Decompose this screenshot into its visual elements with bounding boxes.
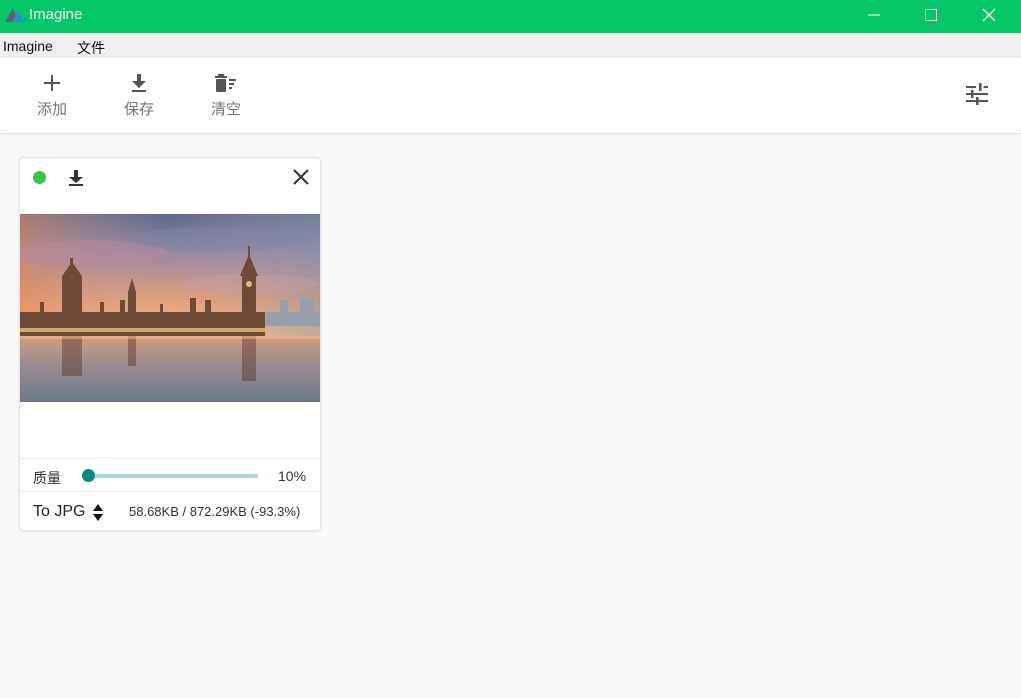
quality-slider-thumb[interactable]: [81, 469, 95, 482]
close-icon[interactable]: [292, 168, 310, 186]
save-button[interactable]: 保存: [107, 58, 171, 134]
menu-imagine[interactable]: Imagine: [3, 38, 53, 54]
image-card: 质量 10% To JPG 58.68KB / 872.29KB (-93.3%…: [19, 157, 321, 531]
size-info: 58.68KB / 872.29KB (-93.3%): [129, 504, 301, 519]
menu-bar: Imagine 文件: [0, 33, 1021, 58]
toolbar: 添加 保存 清空: [0, 58, 1021, 134]
menu-file[interactable]: 文件: [77, 38, 105, 58]
quality-value: 10%: [278, 468, 307, 484]
status-indicator: [33, 171, 46, 184]
download-icon: [132, 74, 146, 92]
download-icon[interactable]: [66, 168, 86, 188]
settings-button[interactable]: [964, 82, 990, 106]
plus-icon: [44, 75, 60, 91]
clear-all-icon: [215, 74, 236, 92]
close-window-button[interactable]: [966, 0, 1012, 30]
add-label: 添加: [36, 100, 67, 118]
format-select[interactable]: To JPG: [33, 501, 104, 523]
app-logo-icon: [5, 8, 25, 22]
divider: [20, 458, 320, 459]
maximize-icon: [925, 9, 937, 21]
minimize-button[interactable]: [851, 0, 897, 30]
maximize-button[interactable]: [908, 0, 954, 30]
divider: [20, 491, 320, 492]
quality-slider[interactable]: [76, 468, 260, 484]
quality-label: 质量: [33, 471, 61, 487]
title-bar: Imagine: [0, 0, 1021, 33]
clear-button[interactable]: 清空: [194, 58, 258, 134]
add-button[interactable]: 添加: [20, 58, 84, 134]
tune-icon: [966, 83, 988, 105]
minimize-icon: [868, 14, 880, 16]
format-value: To JPG: [33, 503, 86, 520]
quality-slider-track[interactable]: [82, 474, 258, 478]
window-title: Imagine: [29, 6, 83, 23]
clear-label: 清空: [210, 100, 241, 118]
sort-arrows-icon: [93, 504, 104, 521]
close-icon: [982, 8, 996, 22]
image-thumbnail[interactable]: [20, 214, 320, 402]
save-label: 保存: [123, 100, 154, 118]
